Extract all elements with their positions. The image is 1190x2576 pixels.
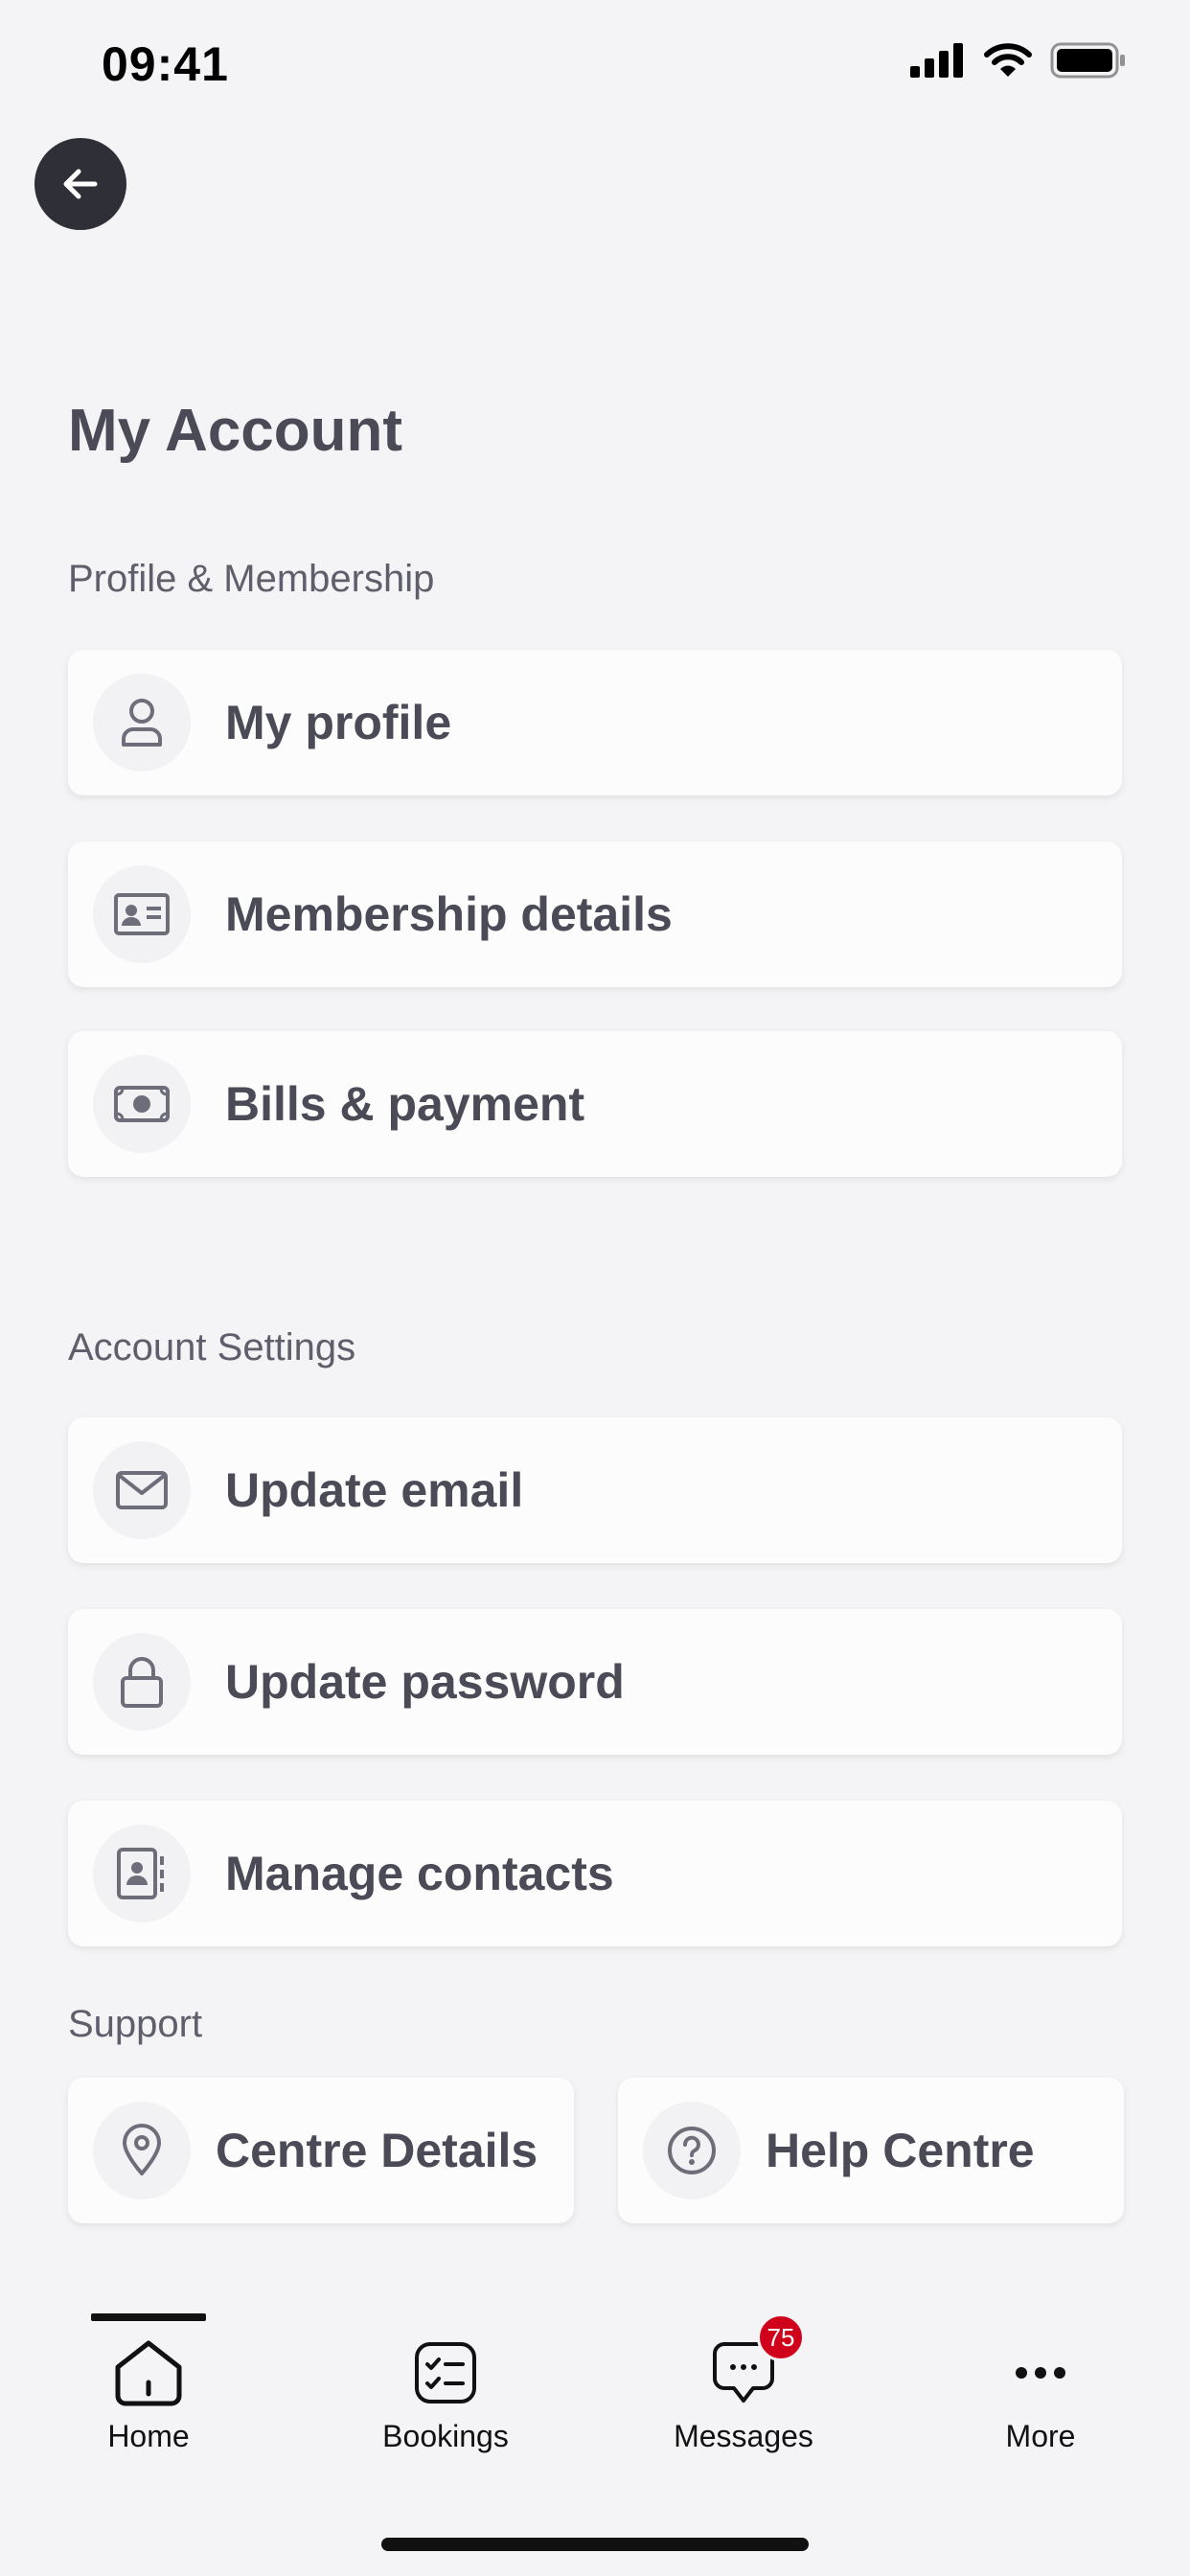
back-button[interactable] (34, 138, 126, 230)
my-profile-label: My profile (225, 696, 452, 749)
arrow-left-icon (63, 169, 98, 199)
map-pin-icon (93, 2102, 191, 2199)
centre-details-button[interactable]: Centre Details (68, 2078, 574, 2223)
mail-icon (93, 1441, 191, 1539)
manage-contacts-button[interactable]: Manage contacts (68, 1801, 1122, 1946)
membership-details-label: Membership details (225, 887, 673, 941)
bills-payment-label: Bills & payment (225, 1077, 585, 1131)
tab-home-label: Home (107, 2419, 190, 2453)
wifi-icon (984, 43, 1032, 77)
tab-more[interactable]: More (945, 2290, 1136, 2482)
status-icons (910, 42, 1127, 79)
signal-icon (910, 43, 963, 78)
update-email-button[interactable]: Update email (68, 1417, 1122, 1563)
checklist-icon (414, 2334, 477, 2411)
status-time: 09:41 (102, 37, 229, 91)
home-indicator (381, 2538, 809, 2551)
help-circle-icon (643, 2102, 741, 2199)
status-bar: 09:41 (0, 0, 1190, 134)
centre-details-label: Centre Details (216, 2124, 538, 2177)
more-icon (1014, 2334, 1067, 2411)
tab-bookings-label: Bookings (382, 2419, 509, 2453)
section-label-support: Support (68, 2003, 203, 2045)
lock-icon (93, 1633, 191, 1731)
id-card-icon (93, 865, 191, 963)
tab-bookings[interactable]: Bookings (350, 2290, 541, 2482)
bills-payment-button[interactable]: Bills & payment (68, 1031, 1122, 1177)
help-centre-button[interactable]: Help Centre (618, 2078, 1124, 2223)
update-email-label: Update email (225, 1463, 524, 1517)
tab-home[interactable]: Home (53, 2290, 244, 2482)
battery-icon (1050, 42, 1125, 79)
update-password-button[interactable]: Update password (68, 1609, 1122, 1755)
tab-more-label: More (1005, 2419, 1076, 2453)
contacts-icon (93, 1825, 191, 1922)
chat-icon: 75 (711, 2313, 805, 2411)
manage-contacts-label: Manage contacts (225, 1847, 614, 1900)
tab-messages[interactable]: 75 Messages (648, 2290, 839, 2482)
update-password-label: Update password (225, 1655, 625, 1709)
messages-badge: 75 (757, 2313, 805, 2361)
tab-messages-label: Messages (674, 2419, 813, 2453)
tab-bar: Home Bookings 75 Messages More (0, 2290, 1190, 2576)
membership-details-button[interactable]: Membership details (68, 841, 1122, 987)
my-profile-button[interactable]: My profile (68, 650, 1122, 795)
home-icon (113, 2334, 184, 2411)
banknote-icon (93, 1055, 191, 1153)
user-icon (93, 674, 191, 771)
section-label-settings: Account Settings (68, 1326, 356, 1368)
help-centre-label: Help Centre (766, 2124, 1035, 2177)
page-title: My Account (68, 398, 403, 464)
section-label-profile: Profile & Membership (68, 558, 435, 600)
